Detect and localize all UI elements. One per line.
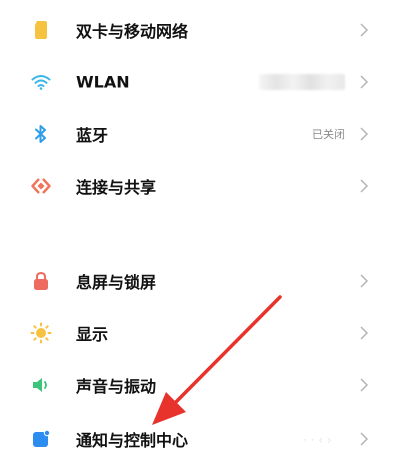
settings-item-dual-sim[interactable]: 双卡与移动网络 <box>0 4 399 56</box>
settings-item-label: 连接与共享 <box>76 178 157 197</box>
settings-item-lock-screen[interactable]: 息屏与锁屏 <box>0 255 399 307</box>
settings-item-bluetooth[interactable]: 蓝牙 已关闭 <box>0 108 399 160</box>
settings-item-label: 显示 <box>76 325 109 344</box>
chevron-right-icon <box>360 127 369 141</box>
lock-icon <box>30 270 52 292</box>
settings-item-label: 通知与控制中心 <box>76 431 189 450</box>
brightness-icon <box>30 322 52 344</box>
wifi-icon <box>30 71 52 93</box>
bluetooth-status: 已关闭 <box>312 128 345 141</box>
connection-share-icon <box>30 175 52 197</box>
wifi-network-name-blurred <box>259 74 345 90</box>
settings-item-label: 声音与振动 <box>76 377 157 396</box>
settings-item-connection-sharing[interactable]: 连接与共享 <box>0 160 399 212</box>
chevron-right-icon <box>360 23 369 37</box>
bluetooth-icon <box>30 123 52 145</box>
chevron-right-icon <box>360 274 369 288</box>
notification-icon <box>30 428 52 450</box>
chevron-right-icon <box>360 326 369 340</box>
settings-item-notifications[interactable]: 通知与控制中心 · · ‹ › <box>0 413 399 465</box>
settings-item-label: WLAN <box>76 72 130 92</box>
chevron-right-icon <box>360 179 369 193</box>
chevron-right-icon <box>360 378 369 392</box>
settings-item-sound[interactable]: 声音与振动 <box>0 359 399 411</box>
settings-item-label: 双卡与移动网络 <box>76 22 189 41</box>
chevron-right-icon <box>360 432 369 446</box>
speaker-icon <box>30 374 52 396</box>
svg-text:· · ‹ ›: · · ‹ › <box>303 433 332 447</box>
settings-item-display[interactable]: 显示 <box>0 307 399 359</box>
settings-screen: 双卡与移动网络 WLAN 蓝牙 已关闭 连接与共享 息屏与锁屏 显示 声音与振动… <box>0 0 399 470</box>
settings-item-label: 息屏与锁屏 <box>76 273 157 292</box>
sim-card-icon <box>30 19 52 41</box>
settings-item-wlan[interactable]: WLAN <box>0 56 399 108</box>
settings-item-label: 蓝牙 <box>76 126 109 145</box>
chevron-right-icon <box>360 75 369 89</box>
